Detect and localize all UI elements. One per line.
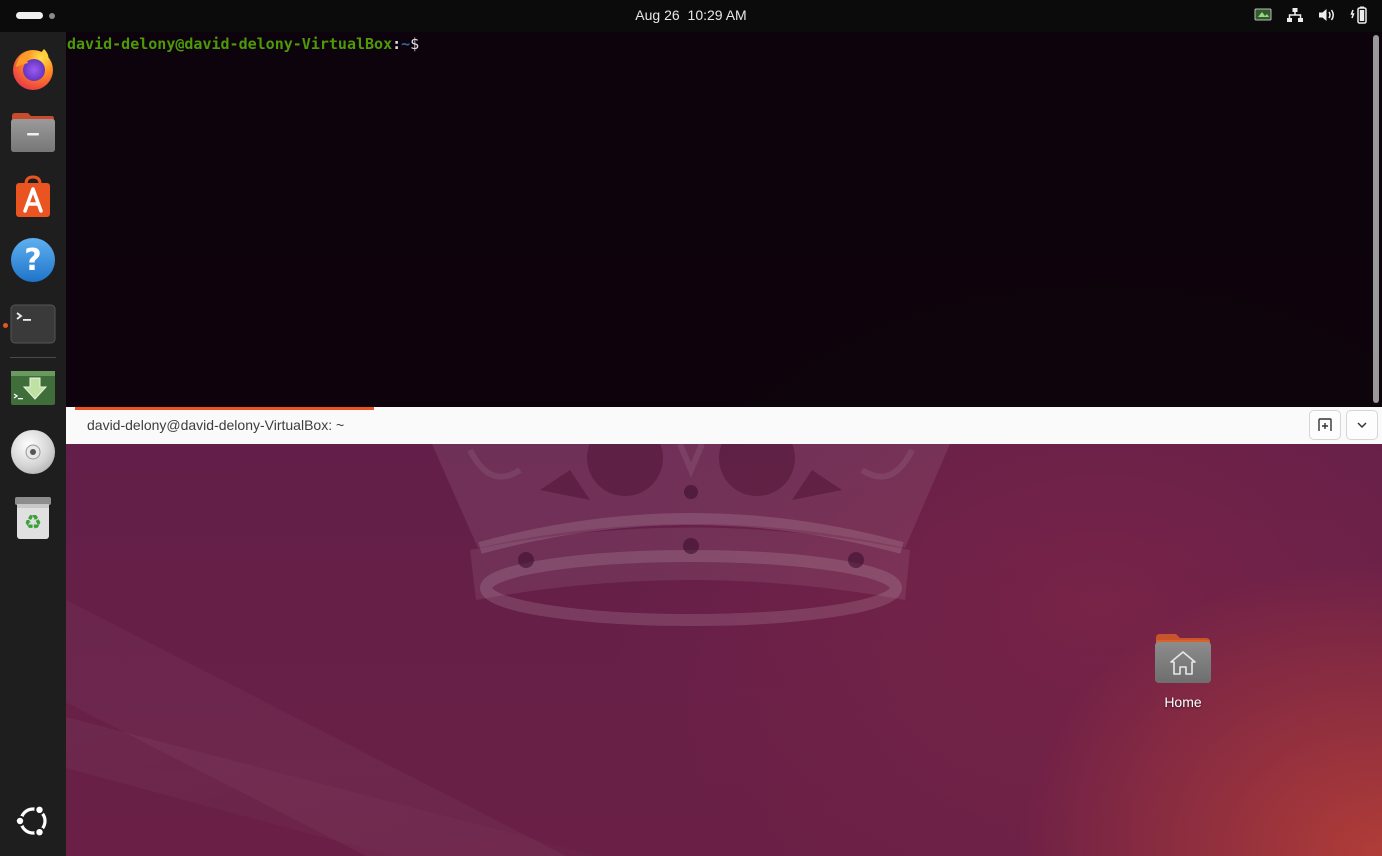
ubuntu-logo-icon bbox=[14, 804, 47, 838]
prompt-symbol: $ bbox=[410, 35, 420, 53]
tab-menu-button[interactable] bbox=[1346, 410, 1378, 440]
show-apps-button[interactable] bbox=[9, 797, 57, 845]
help-icon: ? bbox=[11, 238, 55, 282]
dock-app-disc[interactable] bbox=[9, 428, 57, 476]
terminal-tab-title: david-delony@david-delony-VirtualBox: ~ bbox=[87, 417, 345, 433]
dock-app-help[interactable]: ? bbox=[9, 236, 57, 284]
dock-app-installer[interactable] bbox=[9, 364, 57, 412]
chevron-down-icon bbox=[1357, 422, 1367, 429]
system-tray[interactable] bbox=[1254, 6, 1368, 24]
new-tab-icon bbox=[1318, 418, 1332, 431]
desktop-home-folder[interactable]: Home bbox=[1140, 628, 1226, 718]
home-folder-icon bbox=[1155, 634, 1211, 683]
terminal-prompt: david-delony@david-delony-VirtualBox:~$ bbox=[67, 35, 419, 53]
installer-icon bbox=[11, 371, 55, 405]
terminal-window[interactable]: david-delony@david-delony-VirtualBox:~$ … bbox=[66, 32, 1382, 444]
prompt-user-host: david-delony@david-delony-VirtualBox bbox=[67, 35, 393, 53]
files-icon bbox=[11, 113, 55, 152]
dock-separator bbox=[10, 357, 56, 358]
terminal-scrollbar[interactable] bbox=[1373, 35, 1379, 403]
terminal-tab[interactable]: david-delony@david-delony-VirtualBox: ~ bbox=[75, 407, 374, 444]
disc-icon bbox=[11, 430, 55, 474]
volume-icon[interactable] bbox=[1318, 7, 1336, 23]
top-bar: Aug 26 10:29 AM bbox=[0, 0, 1382, 32]
dock-app-files[interactable] bbox=[9, 108, 57, 156]
dock-app-terminal[interactable] bbox=[9, 300, 57, 348]
prompt-path: ~ bbox=[401, 35, 411, 53]
svg-text:?: ? bbox=[24, 243, 41, 278]
new-tab-button[interactable] bbox=[1309, 410, 1341, 440]
tab-active-indicator bbox=[75, 407, 374, 410]
dock-app-firefox[interactable] bbox=[9, 44, 57, 92]
running-indicator bbox=[3, 323, 8, 328]
svg-text:♻: ♻ bbox=[24, 510, 42, 534]
firefox-icon bbox=[13, 49, 53, 90]
terminal-output-area[interactable]: david-delony@david-delony-VirtualBox:~$ bbox=[66, 32, 1382, 407]
trash-icon: ♻ bbox=[15, 497, 51, 539]
clock-time: 10:29 AM bbox=[687, 7, 747, 23]
battery-icon[interactable] bbox=[1350, 6, 1368, 24]
clock-button[interactable]: Aug 26 10:29 AM bbox=[0, 7, 1382, 23]
desktop-icon-label: Home bbox=[1164, 694, 1202, 710]
dock: ? ♻ bbox=[0, 32, 66, 856]
clock-date: Aug 26 bbox=[635, 7, 680, 23]
network-icon[interactable] bbox=[1286, 7, 1304, 23]
dock-app-center[interactable] bbox=[9, 172, 57, 220]
dock-app-trash[interactable]: ♻ bbox=[9, 494, 57, 542]
terminal-icon bbox=[10, 304, 56, 344]
display-icon[interactable] bbox=[1254, 7, 1272, 23]
app-center-icon bbox=[16, 175, 50, 217]
terminal-header-bar[interactable]: david-delony@david-delony-VirtualBox: ~ bbox=[66, 407, 1382, 444]
prompt-colon: : bbox=[392, 35, 402, 53]
